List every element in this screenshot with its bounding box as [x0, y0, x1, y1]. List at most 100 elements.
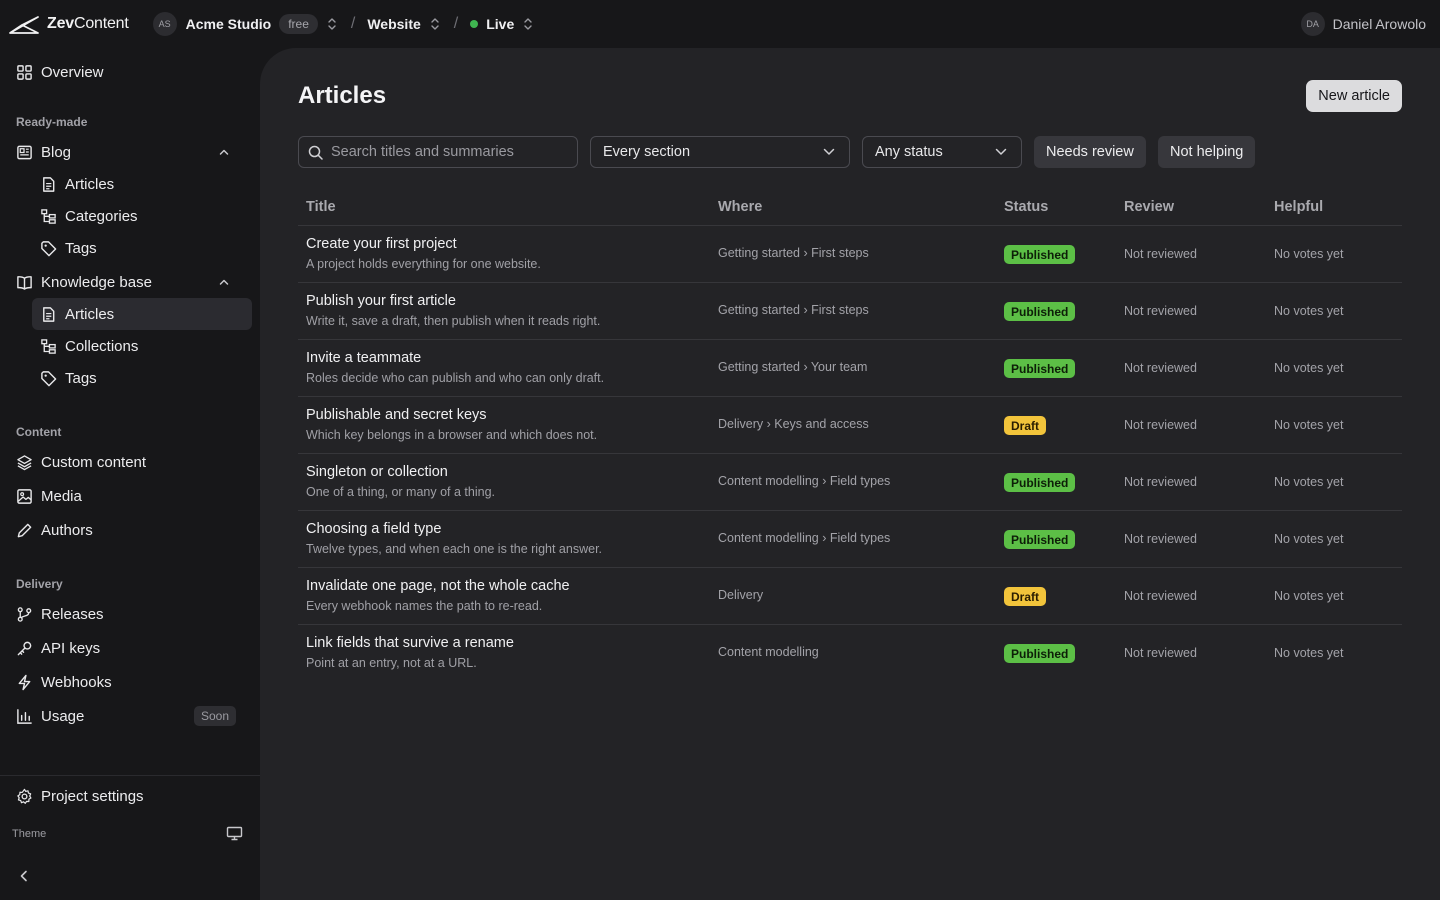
article-location: Content modelling › Field types: [718, 474, 891, 488]
chevron-up-down-icon: [328, 18, 336, 30]
status-badge: Published: [1004, 302, 1076, 321]
pen-icon: [17, 523, 32, 537]
soon-badge: Soon: [193, 706, 236, 726]
sidebar-item-project-settings[interactable]: Project settings: [8, 780, 252, 812]
article-title[interactable]: Publish your first article: [306, 293, 456, 309]
table-row[interactable]: Create your first project A project hold…: [298, 226, 1402, 283]
sidebar-item-label: Releases: [41, 605, 104, 623]
bar-chart-icon: [17, 708, 32, 724]
article-title[interactable]: Singleton or collection: [306, 464, 448, 480]
sidebar-item-custom-content[interactable]: Custom content: [8, 446, 252, 478]
chevron-up-icon[interactable]: [218, 276, 230, 288]
article-location: Getting started › Your team: [718, 360, 868, 374]
sidebar: Overview Ready-made Blog Articles Catego…: [0, 48, 260, 900]
project-name: Website: [367, 16, 421, 32]
new-article-button[interactable]: New article: [1306, 80, 1402, 112]
sidebar-item-blog[interactable]: Blog: [8, 136, 252, 168]
review-status: Not reviewed: [1124, 247, 1197, 261]
sidebar-item-authors[interactable]: Authors: [8, 514, 252, 546]
environment-name: Live: [486, 16, 515, 32]
environment-switcher[interactable]: Live: [470, 9, 533, 39]
sidebar-item-label: Articles: [65, 175, 115, 193]
status-badge: Published: [1004, 473, 1076, 492]
table-row[interactable]: Singleton or collection One of a thing, …: [298, 454, 1402, 511]
lightning-icon: [18, 674, 31, 690]
chevron-up-down-icon: [524, 18, 532, 30]
table-row[interactable]: Publish your first article Write it, sav…: [298, 283, 1402, 340]
status-badge: Published: [1004, 530, 1076, 549]
tag-icon: [41, 370, 57, 386]
table-row[interactable]: Invite a teammate Roles decide who can p…: [298, 340, 1402, 397]
status-filter-select[interactable]: Any status: [862, 136, 1022, 168]
top-bar: ZevContent AS Acme Studio free / Website…: [0, 0, 1440, 48]
helpful-votes: No votes yet: [1274, 361, 1344, 375]
article-summary: Twelve types, and when each one is the r…: [306, 542, 603, 556]
sidebar-item-label: API keys: [41, 639, 101, 657]
search-input[interactable]: [331, 144, 561, 160]
monitor-icon[interactable]: [226, 826, 243, 841]
table-row[interactable]: Invalidate one page, not the whole cache…: [298, 568, 1402, 625]
sidebar-item-overview[interactable]: Overview: [8, 56, 252, 88]
review-status: Not reviewed: [1124, 589, 1197, 603]
sidebar-item-label: Knowledge base: [41, 273, 152, 291]
status-filter-value: Any status: [875, 144, 943, 160]
chevron-up-icon[interactable]: [218, 146, 230, 158]
article-title[interactable]: Invalidate one page, not the whole cache: [306, 578, 570, 594]
sidebar-item-blog-categories[interactable]: Categories: [32, 200, 252, 232]
git-branch-icon: [17, 606, 32, 622]
article-location: Delivery › Keys and access: [718, 417, 869, 431]
sidebar-item-knowledge-base[interactable]: Knowledge base: [8, 266, 252, 298]
column-header-where[interactable]: Where: [718, 199, 762, 215]
project-switcher[interactable]: Website: [367, 9, 439, 39]
sidebar-item-label: Usage: [41, 707, 85, 725]
column-header-title[interactable]: Title: [306, 199, 336, 215]
review-status: Not reviewed: [1124, 304, 1197, 318]
sidebar-item-usage[interactable]: Usage Soon: [8, 700, 252, 732]
sidebar-item-blog-articles[interactable]: Articles: [32, 168, 252, 200]
section-filter-value: Every section: [603, 144, 691, 160]
sidebar-item-kb-collections[interactable]: Collections: [32, 330, 252, 362]
sidebar-item-media[interactable]: Media: [8, 480, 252, 512]
sidebar-item-kb-tags[interactable]: Tags: [32, 362, 252, 394]
document-icon: [43, 306, 55, 322]
chevron-down-icon: [823, 148, 835, 155]
hierarchy-icon: [41, 338, 56, 354]
sidebar-item-api-keys[interactable]: API keys: [8, 632, 252, 664]
table-row[interactable]: Link fields that survive a rename Point …: [298, 625, 1402, 682]
helpful-votes: No votes yet: [1274, 304, 1344, 318]
sidebar-item-webhooks[interactable]: Webhooks: [8, 666, 252, 698]
needs-review-filter-chip[interactable]: Needs review: [1034, 136, 1146, 168]
article-title[interactable]: Create your first project: [306, 236, 457, 252]
article-title[interactable]: Publishable and secret keys: [306, 407, 487, 423]
column-header-review[interactable]: Review: [1124, 199, 1174, 215]
article-location: Content modelling: [718, 645, 819, 659]
collapse-sidebar-icon[interactable]: [17, 868, 31, 884]
page-title: Articles: [298, 82, 387, 109]
article-title[interactable]: Choosing a field type: [306, 521, 441, 537]
review-status: Not reviewed: [1124, 646, 1197, 660]
column-header-helpful[interactable]: Helpful: [1274, 199, 1323, 215]
hierarchy-icon: [41, 208, 56, 224]
workspace-avatar: AS: [152, 12, 177, 36]
brand-logo[interactable]: ZevContent: [8, 0, 129, 48]
sidebar-item-blog-tags[interactable]: Tags: [32, 232, 252, 264]
workspace-switcher[interactable]: AS Acme Studio free: [129, 9, 337, 39]
user-avatar: DA: [1300, 12, 1325, 36]
not-helping-filter-chip[interactable]: Not helping: [1158, 136, 1256, 168]
sidebar-item-label: Custom content: [41, 453, 147, 471]
sidebar-item-kb-articles[interactable]: Articles: [32, 298, 252, 330]
table-row[interactable]: Choosing a field type Twelve types, and …: [298, 511, 1402, 568]
section-filter-select[interactable]: Every section: [590, 136, 850, 168]
article-title[interactable]: Link fields that survive a rename: [306, 635, 514, 651]
column-header-status[interactable]: Status: [1004, 199, 1048, 215]
article-title[interactable]: Invite a teammate: [306, 350, 421, 366]
chevron-down-icon: [995, 148, 1007, 155]
table-row[interactable]: Publishable and secret keys Which key be…: [298, 397, 1402, 454]
document-icon: [43, 176, 55, 192]
image-icon: [17, 488, 32, 504]
key-icon: [17, 641, 32, 655]
search-field[interactable]: [298, 136, 578, 168]
section-label-content: Content: [16, 425, 62, 439]
user-menu[interactable]: DA Daniel Arowolo: [1300, 12, 1426, 36]
sidebar-item-releases[interactable]: Releases: [8, 598, 252, 630]
